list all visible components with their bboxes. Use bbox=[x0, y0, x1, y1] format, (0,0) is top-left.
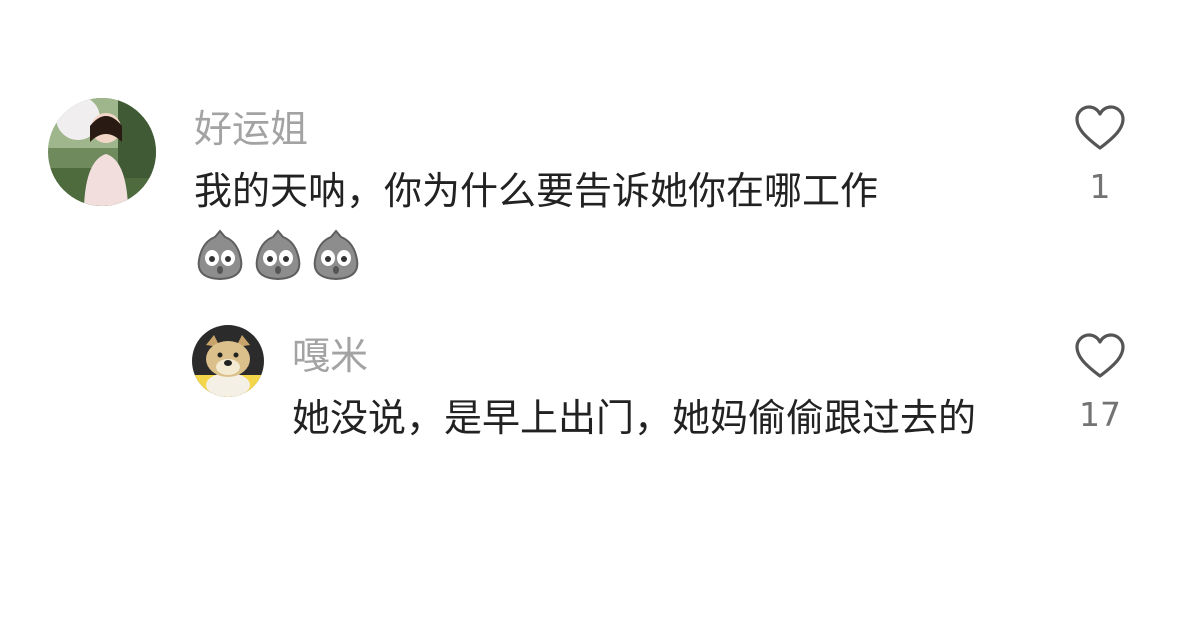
shocked-ghost-emoji-icon bbox=[310, 228, 362, 282]
dog-photo-avatar-icon bbox=[192, 325, 264, 397]
like-column: 1 bbox=[1065, 104, 1135, 203]
avatar[interactable] bbox=[192, 325, 264, 397]
like-count: 1 bbox=[1089, 167, 1111, 206]
comment-text: 我的天呐，你为什么要告诉她你在哪工作 bbox=[194, 169, 879, 213]
heart-icon[interactable] bbox=[1065, 104, 1135, 152]
reply-text: 她没说，是早上出门，她妈偷偷跟过去的 bbox=[292, 396, 977, 440]
girl-photo-avatar-icon bbox=[48, 98, 156, 206]
emoji-row bbox=[194, 228, 362, 282]
like-column: 17 bbox=[1065, 332, 1135, 431]
avatar[interactable] bbox=[48, 98, 156, 206]
heart-icon[interactable] bbox=[1065, 332, 1135, 380]
reply-username[interactable]: 嘎米 bbox=[292, 337, 368, 375]
shocked-ghost-emoji-icon bbox=[252, 228, 304, 282]
shocked-ghost-emoji-icon bbox=[194, 228, 246, 282]
like-count: 17 bbox=[1079, 395, 1121, 434]
comment-username[interactable]: 好运姐 bbox=[194, 110, 308, 148]
